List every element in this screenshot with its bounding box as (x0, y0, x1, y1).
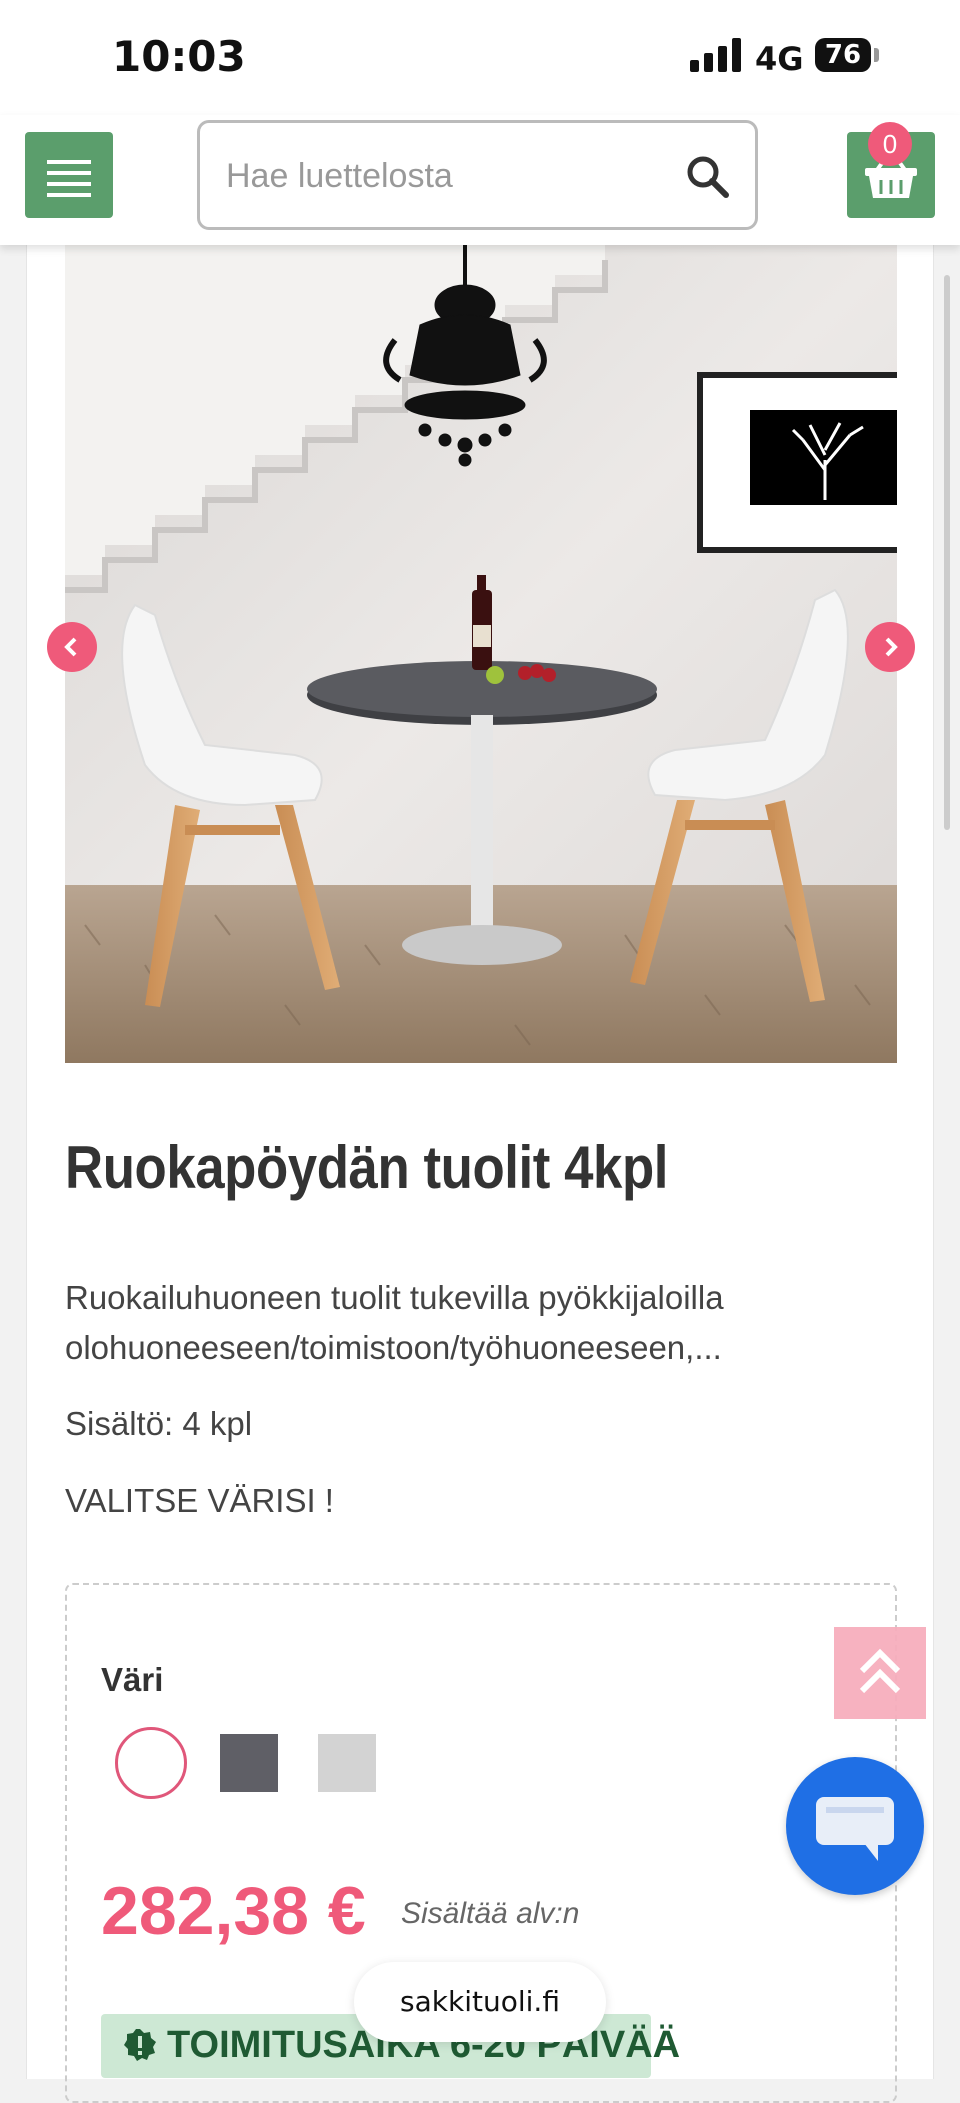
network-label: 4G (755, 40, 804, 78)
color-swatch-white[interactable] (115, 1727, 187, 1799)
menu-icon-line (47, 160, 91, 164)
chevron-right-icon (885, 637, 898, 657)
site-header (0, 115, 960, 245)
product-description: Ruokailuhuoneen tuolit tukevilla pyökkij… (65, 1279, 724, 1366)
search-input[interactable] (226, 151, 666, 201)
prev-image-button[interactable] (47, 622, 97, 672)
alert-badge-icon (124, 2029, 156, 2061)
product-photo (65, 245, 897, 1063)
menu-button[interactable] (25, 132, 113, 218)
chevron-left-icon (64, 637, 77, 657)
double-chevron-up-icon (859, 1648, 901, 1694)
page-scrollbar[interactable] (944, 275, 950, 830)
cart-count-badge: 0 (868, 122, 912, 166)
battery-icon: 76 (815, 38, 871, 72)
scroll-to-top-button[interactable] (834, 1627, 926, 1719)
color-swatch-dark-grey[interactable] (220, 1734, 278, 1792)
menu-icon-line (47, 171, 91, 175)
signal-icon (690, 38, 741, 72)
menu-icon-line (47, 193, 91, 197)
status-bar: 10:03 4G 76 (0, 0, 960, 115)
chat-button[interactable] (786, 1757, 924, 1895)
product-contents: Sisältö: 4 kpl (65, 1405, 253, 1442)
search-box (197, 120, 758, 230)
battery-nub (874, 48, 879, 62)
product-price: 282,38 € (101, 1873, 366, 1949)
menu-icon-line (47, 182, 91, 186)
color-swatch-light-grey[interactable] (318, 1734, 376, 1792)
product-image[interactable] (65, 245, 897, 1063)
search-icon[interactable] (684, 153, 732, 201)
vat-note: Sisältää alv:n (401, 1897, 580, 1930)
next-image-button[interactable] (865, 622, 915, 672)
color-label: Väri (101, 1661, 164, 1698)
status-time: 10:03 (112, 32, 246, 81)
choose-color-text: VALITSE VÄRISI ! (65, 1482, 334, 1519)
product-title: Ruokapöydän tuolit 4kpl (65, 1134, 668, 1201)
chat-bubble-icon (816, 1797, 894, 1861)
browser-url-bar[interactable]: sakkituoli.fi (354, 1962, 606, 2042)
